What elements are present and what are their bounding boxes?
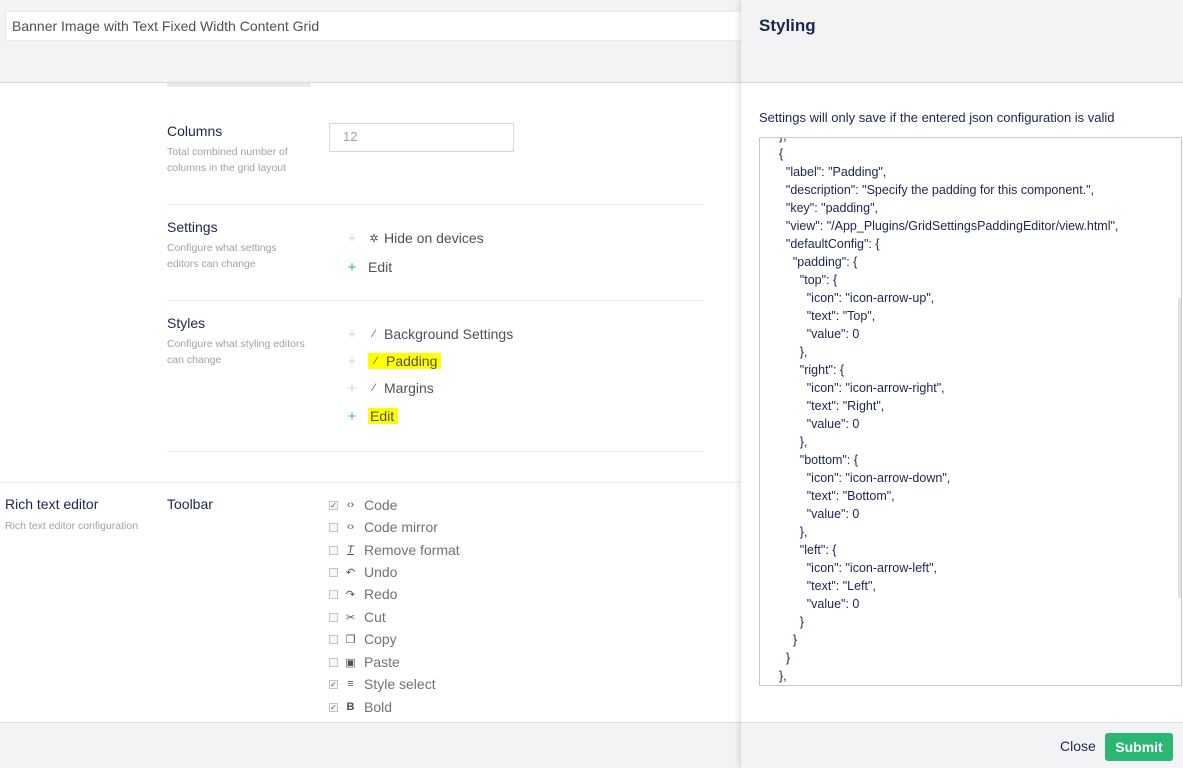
rte-title: Rich text editor xyxy=(5,496,99,512)
styles-description: Configure what styling editors can chang… xyxy=(167,338,305,366)
code-icon: ‹› xyxy=(346,521,355,533)
settings-edit-label: Edit xyxy=(368,259,393,275)
settings-description: Configure what settings editors can chan… xyxy=(167,242,277,270)
settings-item-hide-on-devices[interactable]: + ✲ Hide on devices xyxy=(346,228,484,248)
settings-edit-button[interactable]: + Edit xyxy=(346,257,393,277)
divider xyxy=(167,300,704,301)
rte-description: Rich text editor configuration xyxy=(5,520,139,532)
toolbar-item-code-mirror[interactable]: ‹› Code mirror xyxy=(329,517,438,537)
checkbox[interactable] xyxy=(329,522,338,532)
toolbar-item-bold[interactable]: ✓ B Bold xyxy=(329,697,392,717)
close-button[interactable]: Close xyxy=(1060,738,1096,754)
divider xyxy=(167,204,704,205)
toolbar-item-label: Cut xyxy=(364,609,386,625)
drag-handle-icon[interactable]: + xyxy=(346,326,358,343)
styles-title: Styles xyxy=(167,315,206,331)
checkbox[interactable] xyxy=(329,657,338,667)
checkbox[interactable] xyxy=(329,612,338,622)
settings-item-label: Hide on devices xyxy=(384,230,484,246)
toolbar-title: Toolbar xyxy=(167,496,213,512)
toolbar-item-remove-format[interactable]: T Remove format xyxy=(329,540,460,560)
styles-item-margins[interactable]: + ⁄ Margins xyxy=(346,378,434,398)
editor-header: Banner Image with Text Fixed Width Conte… xyxy=(0,0,741,83)
toolbar-item-label: Code mirror xyxy=(364,519,438,535)
name-input[interactable]: Banner Image with Text Fixed Width Conte… xyxy=(5,11,741,41)
toolbar-item-label: Bold xyxy=(364,699,393,715)
panel-footer: Close Submit xyxy=(741,722,1183,768)
toolbar-item-label: Paste xyxy=(364,654,400,670)
checkbox[interactable] xyxy=(329,545,338,555)
undo-icon: ↶ xyxy=(345,566,356,579)
settings-title: Settings xyxy=(167,219,218,235)
toolbar-item-code[interactable]: ✓ ‹› Code xyxy=(329,495,397,515)
styles-item-background-settings[interactable]: + ⁄ Background Settings xyxy=(346,324,514,344)
toolbar-item-undo[interactable]: ↶ Undo xyxy=(329,562,397,582)
checkbox[interactable]: ✓ xyxy=(329,679,338,689)
divider xyxy=(167,451,704,452)
toolbar-item-paste[interactable]: ▣ Paste xyxy=(329,652,400,672)
gear-icon: ✲ xyxy=(369,232,379,245)
toolbar-item-label: Copy xyxy=(364,631,397,647)
scissors-icon: ✂ xyxy=(345,611,356,624)
columns-title: Columns xyxy=(167,123,223,139)
plus-icon: + xyxy=(347,407,357,425)
styles-edit-button[interactable]: + Edit xyxy=(346,406,399,426)
panel-title: Styling xyxy=(759,16,816,35)
checkbox[interactable] xyxy=(329,589,338,599)
code-icon: ‹› xyxy=(346,499,355,511)
styles-edit-label: Edit xyxy=(370,408,395,424)
drag-handle-icon[interactable]: + xyxy=(346,380,358,397)
bold-icon: B xyxy=(346,701,355,713)
toolbar-item-copy[interactable]: ❐ Copy xyxy=(329,629,397,649)
toolbar-item-redo[interactable]: ↷ Redo xyxy=(329,584,397,604)
brush-icon: ⁄ xyxy=(373,328,375,340)
brush-icon: ⁄ xyxy=(375,355,377,367)
styling-panel: Styling Settings will only save if the e… xyxy=(741,0,1183,768)
highlight-marker: Edit xyxy=(368,408,399,424)
brush-icon: ⁄ xyxy=(373,382,375,394)
style-select-icon: ≡ xyxy=(347,678,354,690)
toolbar-item-label: Style select xyxy=(364,676,436,692)
json-config-textarea[interactable]: }, { "label": "Padding", "description": … xyxy=(759,137,1182,686)
highlight-marker: ⁄ Padding xyxy=(368,353,442,369)
submit-button[interactable]: Submit xyxy=(1105,733,1173,761)
toolbar-item-label: Remove format xyxy=(364,542,460,558)
toolbar-item-cut[interactable]: ✂ Cut xyxy=(329,607,386,627)
panel-description: Settings will only save if the entered j… xyxy=(759,110,1115,125)
styles-item-label: Background Settings xyxy=(384,326,514,342)
styles-item-label: Margins xyxy=(384,380,434,396)
plus-icon: + xyxy=(347,258,357,276)
toolbar-item-label: Undo xyxy=(364,564,398,580)
checkbox[interactable] xyxy=(329,567,338,577)
drag-handle-icon[interactable]: + xyxy=(346,353,358,370)
redo-icon: ↷ xyxy=(345,588,356,601)
grid-editor: Banner Image with Text Fixed Width Conte… xyxy=(0,0,741,768)
toolbar-item-label: Code xyxy=(364,497,398,513)
drag-handle-icon[interactable]: + xyxy=(346,230,358,247)
section-tab xyxy=(167,83,311,87)
columns-input[interactable]: 12 xyxy=(329,123,514,152)
copy-icon: ❐ xyxy=(345,633,356,646)
styles-item-padding[interactable]: + ⁄ Padding xyxy=(346,351,442,371)
json-config-text: }, { "label": "Padding", "description": … xyxy=(778,138,1119,683)
remove-format-icon: T xyxy=(347,544,354,556)
toolbar-item-style-select[interactable]: ✓ ≡ Style select xyxy=(329,674,436,694)
toolbar-item-label: Redo xyxy=(364,586,398,602)
checkbox[interactable] xyxy=(329,634,338,644)
columns-description: Total combined number of columns in the … xyxy=(167,146,288,174)
panel-header: Styling xyxy=(741,0,1183,83)
paste-icon: ▣ xyxy=(345,656,356,669)
editor-footer xyxy=(0,722,741,768)
checkbox[interactable]: ✓ xyxy=(329,702,338,712)
scrollbar[interactable] xyxy=(1178,298,1181,598)
styles-item-label: Padding xyxy=(386,353,438,369)
checkbox[interactable]: ✓ xyxy=(329,500,338,510)
divider xyxy=(0,482,741,483)
